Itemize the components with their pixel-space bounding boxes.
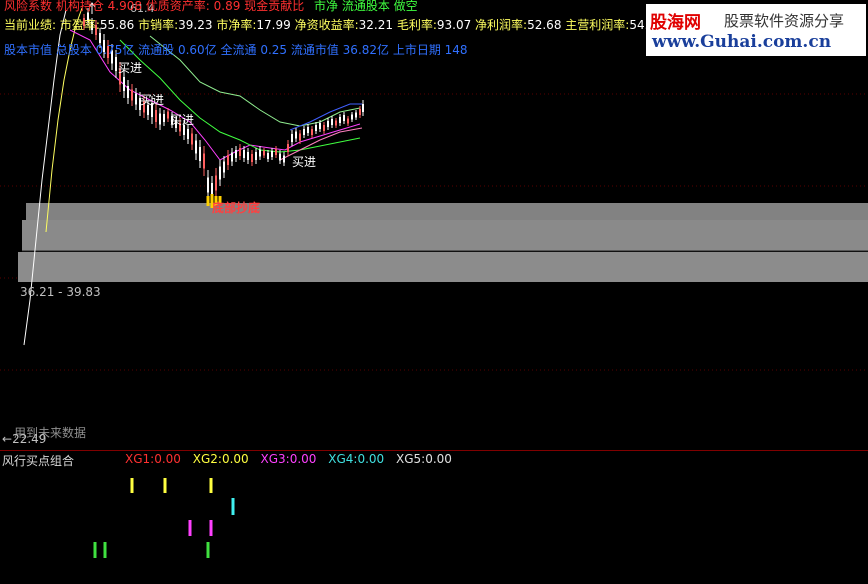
candle-body	[115, 57, 117, 71]
brand-slogan: 股票软件资源分享	[724, 12, 845, 30]
brand-url: www.Guhai.com.cn	[652, 32, 832, 52]
candle-body	[263, 150, 265, 156]
candle-body	[235, 150, 237, 158]
candle-body	[339, 117, 341, 123]
yellow-signals	[130, 478, 213, 493]
risk-info: 风险系数 机构持仓 4.908 优质资产率: 0.89 现金贡献比	[4, 0, 305, 13]
candle-body	[275, 149, 277, 155]
candle-body	[163, 114, 165, 122]
left-arrow-icon: ←	[2, 432, 13, 446]
candle-body	[291, 134, 293, 142]
candle-body	[219, 166, 221, 180]
candle-body	[223, 161, 225, 173]
candle-body	[362, 104, 364, 112]
candle-body	[191, 133, 193, 145]
zone-bar-1	[26, 203, 868, 220]
share-info: 股本市值 总股本 0.75亿 流通股 0.60亿 全流通 0.25 流通市值 3…	[4, 43, 468, 57]
ps-label: 市销率:	[138, 18, 179, 32]
price-low-label: ←22.49	[2, 432, 46, 446]
candle-body	[303, 129, 305, 135]
pb-value: 17.99	[256, 18, 291, 32]
chip-zone-bars	[18, 203, 868, 282]
buy-label-4: 买进	[292, 155, 316, 169]
perf-label: 当前业绩:	[4, 18, 57, 32]
candle-body	[351, 114, 353, 120]
candle-body	[131, 89, 133, 101]
panel-separator	[0, 450, 868, 451]
candle-body	[331, 119, 333, 125]
candle-body	[343, 115, 345, 121]
candle-body	[283, 155, 285, 163]
candle-body	[299, 133, 301, 141]
risk-info-tail: 市净 流通股本 做空	[314, 0, 418, 13]
candle-body	[327, 121, 329, 127]
candle-body	[187, 129, 189, 139]
candle-body	[227, 155, 229, 165]
candle-body	[267, 153, 269, 159]
price-range-label: 36.21 - 39.83	[20, 285, 101, 299]
site-watermark: 股海网 股票软件资源分享 www.Guhai.com.cn	[646, 4, 866, 56]
pe-label: 市盈率:	[59, 18, 100, 32]
candle-body	[167, 111, 169, 119]
roe-label: 净资收益率:	[294, 18, 359, 32]
candle-body	[315, 125, 317, 131]
roe-value: 32.21	[358, 18, 393, 32]
info-row-3: 股本市值 总股本 0.75亿 流通股 0.60亿 全流通 0.25 流通市值 3…	[4, 41, 468, 58]
candle-body	[311, 129, 313, 135]
price-low-value: 22.49	[12, 432, 47, 446]
candle-body	[207, 177, 209, 193]
candle-body	[195, 140, 197, 154]
buy-label-2: 买进	[140, 93, 164, 107]
candle-body	[203, 153, 205, 169]
candle-body	[359, 109, 361, 115]
nm-value: 52.68	[527, 18, 562, 32]
candlestick-series	[83, 8, 364, 208]
zone-bar-2	[22, 220, 868, 251]
candle-body	[239, 148, 241, 156]
zone-bar-3	[18, 252, 868, 282]
buy-label-1: 买进	[118, 61, 142, 75]
candle-body	[159, 113, 161, 125]
candle-body	[347, 118, 349, 124]
candle-body	[307, 127, 309, 133]
candle-body	[271, 151, 273, 157]
main-price-chart[interactable]: 买进 买进 买进 买进 底部抄底 61.4	[0, 0, 868, 450]
candle-body	[319, 123, 321, 129]
gm-value: 93.07	[436, 18, 472, 32]
pe-value: 55.86	[99, 18, 135, 32]
candle-body	[287, 144, 289, 152]
candle-body	[135, 93, 137, 105]
signal-sub-chart[interactable]	[0, 452, 868, 584]
candle-body	[323, 125, 325, 131]
candle-body	[127, 86, 129, 98]
om-label: 主营利润率:	[565, 18, 630, 32]
brand-logo-text: 股海网	[650, 13, 701, 33]
candle-body	[123, 77, 125, 91]
candle-body	[199, 147, 201, 161]
candle-body	[215, 175, 217, 191]
candle-body	[247, 152, 249, 160]
candle-body	[231, 152, 233, 162]
info-row-2: 当前业绩: 市盈率:55.86 市销率:39.23 市净率:17.99 净资收益…	[4, 16, 664, 33]
candle-body	[243, 150, 245, 158]
info-row-1: 风险系数 机构持仓 4.908 优质资产率: 0.89 现金贡献比 市净 流通股…	[4, 0, 418, 14]
candle-body	[279, 153, 281, 161]
ps-value: 39.23	[178, 18, 213, 32]
candle-body	[335, 120, 337, 126]
candle-body	[355, 112, 357, 118]
candle-body	[155, 110, 157, 122]
buy-label-3: 买进	[170, 113, 194, 127]
candle-body	[251, 154, 253, 162]
candle-body	[295, 131, 297, 139]
candle-body	[259, 149, 261, 157]
magenta-signals	[188, 520, 213, 536]
green-signals	[93, 542, 210, 558]
bottom-buy-label: 底部抄底	[212, 200, 260, 215]
pb-label: 市净率:	[216, 18, 257, 32]
gm-label: 毛利率:	[396, 18, 437, 32]
nm-label: 净利润率:	[475, 18, 528, 32]
candle-body	[255, 152, 257, 160]
